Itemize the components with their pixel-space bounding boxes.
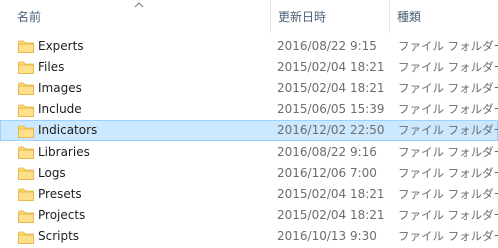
column-header-date[interactable]: 更新日時 bbox=[271, 0, 389, 33]
file-date: 2015/02/04 18:21 bbox=[277, 80, 385, 95]
folder-icon bbox=[18, 146, 34, 159]
file-name: Include bbox=[38, 102, 82, 117]
file-name: Experts bbox=[38, 38, 84, 53]
file-date: 2016/10/13 9:30 bbox=[277, 229, 377, 244]
file-name: Images bbox=[38, 80, 82, 95]
column-header-name[interactable]: 名前 bbox=[0, 0, 270, 33]
file-row[interactable]: Experts 2016/08/22 9:15 ファイル フォルダー bbox=[0, 35, 498, 56]
file-type: ファイル フォルダー bbox=[398, 123, 498, 138]
file-explorer-list: 名前 更新日時 種類 Experts 2016/08/22 9:15 ファイル フォ… bbox=[0, 0, 498, 248]
column-header-name-label: 名前 bbox=[17, 10, 42, 24]
file-date: 2015/02/04 18:21 bbox=[277, 208, 385, 223]
file-type: ファイル フォルダー bbox=[398, 186, 498, 201]
file-name: Indicators bbox=[38, 123, 98, 138]
column-header-date-label: 更新日時 bbox=[278, 10, 327, 24]
file-row[interactable]: Images 2015/02/04 18:21 ファイル フォルダー bbox=[0, 77, 498, 98]
folder-icon bbox=[18, 231, 34, 244]
folder-icon bbox=[18, 104, 34, 117]
file-type: ファイル フォルダー bbox=[398, 208, 498, 223]
folder-icon bbox=[18, 188, 34, 202]
file-type: ファイル フォルダー bbox=[398, 165, 498, 180]
file-date: 2015/02/04 18:21 bbox=[277, 59, 385, 74]
file-type: ファイル フォルダー bbox=[398, 38, 498, 53]
folder-icon bbox=[18, 82, 34, 96]
file-type: ファイル フォルダー bbox=[398, 229, 498, 244]
file-date: 2015/06/05 15:39 bbox=[277, 102, 385, 117]
file-type: ファイル フォルダー bbox=[398, 144, 498, 159]
file-date: 2016/08/22 9:16 bbox=[277, 144, 377, 159]
column-header-bar: 名前 更新日時 種類 bbox=[0, 0, 498, 33]
folder-icon bbox=[18, 40, 34, 53]
folder-icon bbox=[18, 210, 34, 223]
file-date: 2016/12/06 7:00 bbox=[277, 165, 377, 180]
column-header-type-label: 種類 bbox=[397, 10, 422, 24]
file-row[interactable]: Projects 2015/02/04 18:21 ファイル フォルダー bbox=[0, 205, 498, 226]
file-name: Logs bbox=[38, 165, 66, 180]
column-header-type[interactable]: 種類 bbox=[390, 0, 498, 33]
file-type: ファイル フォルダー bbox=[398, 59, 498, 74]
file-list: Experts 2016/08/22 9:15 ファイル フォルダー Files 201… bbox=[0, 35, 498, 247]
file-name: Libraries bbox=[38, 144, 90, 159]
file-name: Scripts bbox=[38, 229, 80, 244]
folder-icon bbox=[18, 167, 34, 181]
file-date: 2016/08/22 9:15 bbox=[277, 38, 377, 53]
folder-icon bbox=[18, 61, 34, 75]
file-type: ファイル フォルダー bbox=[398, 102, 498, 117]
file-name: Presets bbox=[38, 186, 82, 201]
file-row[interactable]: Include 2015/06/05 15:39 ファイル フォルダー bbox=[0, 99, 498, 120]
file-type: ファイル フォルダー bbox=[398, 80, 498, 95]
file-row[interactable]: Scripts 2016/10/13 9:30 ファイル フォルダー bbox=[0, 226, 498, 247]
file-date: 2015/02/04 18:21 bbox=[277, 186, 385, 201]
file-name: Projects bbox=[38, 208, 86, 223]
file-row[interactable]: Libraries 2016/08/22 9:16 ファイル フォルダー bbox=[0, 141, 498, 162]
file-row[interactable]: Files 2015/02/04 18:21 ファイル フォルダー bbox=[0, 56, 498, 77]
file-name: Files bbox=[38, 59, 65, 74]
file-row[interactable]: Indicators 2016/12/02 22:50 ファイル フォルダー bbox=[0, 119, 498, 141]
file-row[interactable]: Logs 2016/12/06 7:00 ファイル フォルダー bbox=[0, 162, 498, 183]
file-date: 2016/12/02 22:50 bbox=[277, 123, 385, 138]
folder-icon bbox=[18, 125, 34, 138]
file-row[interactable]: Presets 2015/02/04 18:21 ファイル フォルダー bbox=[0, 183, 498, 204]
